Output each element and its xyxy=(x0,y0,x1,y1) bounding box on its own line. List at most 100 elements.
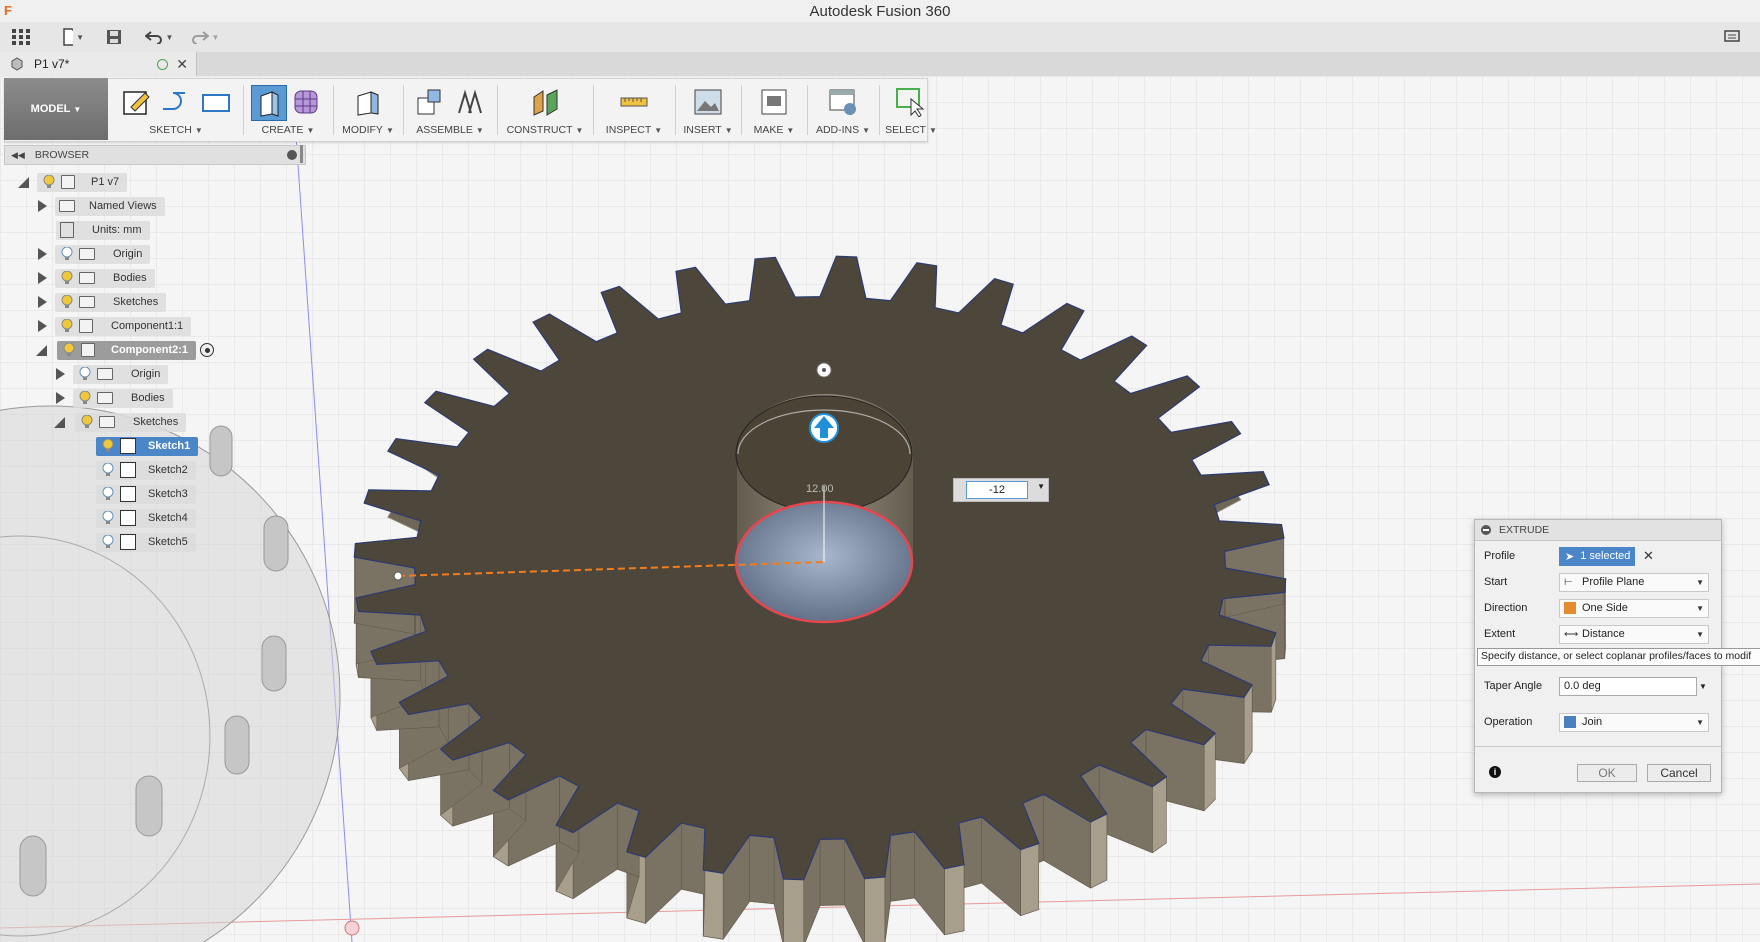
extrude-dialog-header[interactable]: EXTRUDE xyxy=(1475,520,1721,541)
active-component-radio-icon[interactable] xyxy=(200,343,214,357)
redo-icon[interactable]: ▼ xyxy=(190,26,220,48)
select-group[interactable]: SELECT ▼ xyxy=(881,79,941,141)
make-group[interactable]: MAKE ▼ xyxy=(743,79,805,141)
profile-selection-button[interactable]: ➤ 1 selected xyxy=(1559,546,1635,566)
collapse-triangle-icon[interactable] xyxy=(36,344,47,356)
tree-item-units[interactable]: Units: mm xyxy=(56,220,150,240)
visibility-bulb-icon[interactable] xyxy=(102,438,114,453)
tree-item-sketch4[interactable]: Sketch4 xyxy=(96,508,196,528)
select-icon[interactable] xyxy=(893,85,927,119)
joint-icon[interactable] xyxy=(453,85,487,119)
taper-dropdown-icon[interactable]: ▼ xyxy=(1699,682,1707,691)
visibility-bulb-icon[interactable] xyxy=(79,366,91,381)
insert-group[interactable]: INSERT ▼ xyxy=(677,79,739,141)
extrude-icon[interactable] xyxy=(251,85,287,121)
tree-item-sketches-2[interactable]: Sketches xyxy=(54,412,187,432)
chevron-down-icon[interactable]: ▼ xyxy=(1037,482,1045,491)
visibility-bulb-icon[interactable] xyxy=(102,462,114,477)
create-sketch-icon[interactable] xyxy=(119,85,153,119)
tree-item-component1[interactable]: Component1:1 xyxy=(38,316,192,336)
visibility-bulb-icon[interactable] xyxy=(63,342,75,357)
distance-input-box[interactable]: -12 ▼ xyxy=(953,478,1049,502)
new-component-icon[interactable] xyxy=(413,85,447,119)
browser-resize-handle[interactable] xyxy=(300,145,303,163)
visibility-bulb-icon[interactable] xyxy=(61,294,73,309)
tree-item-origin[interactable]: Origin xyxy=(38,244,151,264)
distance-icon: ⟷ xyxy=(1564,628,1579,640)
visibility-bulb-icon[interactable] xyxy=(43,174,55,189)
visibility-bulb-icon[interactable] xyxy=(79,390,91,405)
insert-image-icon[interactable] xyxy=(691,85,725,119)
operation-row: Operation Join ▼ xyxy=(1475,710,1721,734)
tree-item-bodies[interactable]: Bodies xyxy=(38,268,155,288)
collapse-dialog-icon[interactable] xyxy=(1481,525,1491,535)
expand-triangle-icon[interactable] xyxy=(38,200,47,212)
browser-minimize-icon[interactable] xyxy=(287,150,297,160)
start-label: Start xyxy=(1484,576,1508,588)
visibility-bulb-icon[interactable] xyxy=(61,246,73,261)
scripts-icon[interactable] xyxy=(826,85,860,119)
info-icon[interactable]: i xyxy=(1489,766,1501,778)
form-icon[interactable] xyxy=(289,85,323,119)
cancel-button[interactable]: Cancel xyxy=(1647,764,1711,782)
file-icon[interactable]: ▼ xyxy=(62,26,84,48)
3d-viewport[interactable]: 12.00 -12 ▼ xyxy=(0,76,1760,942)
workspace-switcher[interactable]: MODEL ▼ xyxy=(4,78,108,140)
offset-plane-icon[interactable] xyxy=(529,85,563,119)
add-ins-group[interactable]: ADD-INS ▼ xyxy=(809,79,877,141)
clear-selection-icon[interactable]: ✕ xyxy=(1643,548,1654,564)
visibility-bulb-icon[interactable] xyxy=(81,414,93,429)
extrude-arrow-icon[interactable] xyxy=(809,413,839,443)
collapse-triangle-icon[interactable] xyxy=(54,416,65,428)
expand-triangle-icon[interactable] xyxy=(38,320,47,332)
inspect-group[interactable]: INSPECT ▼ xyxy=(595,79,673,141)
collapse-browser-icon[interactable]: ◀◀ xyxy=(11,150,25,161)
tree-item-bodies-2[interactable]: Bodies xyxy=(56,388,173,408)
press-pull-icon[interactable] xyxy=(351,85,385,119)
canvas-scene[interactable]: 12.00 xyxy=(0,76,1760,942)
expand-triangle-icon[interactable] xyxy=(56,368,65,380)
visibility-bulb-icon[interactable] xyxy=(61,318,73,333)
tree-item-sketches[interactable]: Sketches xyxy=(38,292,167,312)
visibility-bulb-icon[interactable] xyxy=(102,486,114,501)
modify-group[interactable]: MODIFY ▼ xyxy=(335,79,401,141)
expand-triangle-icon[interactable] xyxy=(38,272,47,284)
operation-select[interactable]: Join ▼ xyxy=(1559,712,1709,732)
tree-item-named-views[interactable]: Named Views xyxy=(38,196,165,216)
undo-icon[interactable]: ▼ xyxy=(144,26,174,48)
create-group[interactable]: CREATE ▼ xyxy=(245,79,331,141)
app-grid-icon[interactable] xyxy=(10,26,32,48)
visibility-bulb-icon[interactable] xyxy=(102,510,114,525)
save-icon[interactable] xyxy=(104,26,124,48)
folder-icon xyxy=(79,248,95,260)
expand-triangle-icon[interactable] xyxy=(56,392,65,404)
rectangle-icon[interactable] xyxy=(199,85,233,119)
line-icon[interactable] xyxy=(157,85,191,119)
comment-icon[interactable] xyxy=(1722,26,1742,48)
visibility-bulb-icon[interactable] xyxy=(61,270,73,285)
expand-triangle-icon[interactable] xyxy=(38,248,47,260)
distance-input[interactable]: -12 xyxy=(966,481,1028,499)
3d-print-icon[interactable] xyxy=(757,85,791,119)
construct-group[interactable]: CONSTRUCT ▼ xyxy=(499,79,591,141)
tree-item-sketch2[interactable]: Sketch2 xyxy=(96,460,196,480)
expand-triangle-icon[interactable] xyxy=(38,296,47,308)
tree-item-component2[interactable]: Component2:1 xyxy=(36,340,214,360)
extent-select[interactable]: ⟷ Distance ▼ xyxy=(1559,624,1709,644)
taper-input[interactable]: 0.0 deg xyxy=(1559,676,1697,696)
close-tab-icon[interactable]: ✕ xyxy=(176,56,188,73)
tree-item-sketch3[interactable]: Sketch3 xyxy=(96,484,196,504)
collapse-triangle-icon[interactable] xyxy=(18,176,29,188)
assemble-group[interactable]: ASSEMBLE ▼ xyxy=(405,79,495,141)
visibility-bulb-icon[interactable] xyxy=(102,534,114,549)
ok-button[interactable]: OK xyxy=(1577,764,1637,782)
tree-item-root[interactable]: P1 v7 xyxy=(18,172,128,192)
sketch-group[interactable]: SKETCH ▼ xyxy=(109,79,243,141)
tree-item-sketch1[interactable]: Sketch1 xyxy=(96,436,199,456)
document-tab[interactable]: P1 v7* ✕ xyxy=(0,52,197,76)
measure-icon[interactable] xyxy=(617,85,651,119)
direction-select[interactable]: One Side ▼ xyxy=(1559,598,1709,618)
start-select[interactable]: ⊢ Profile Plane ▼ xyxy=(1559,572,1709,592)
tree-item-origin-2[interactable]: Origin xyxy=(56,364,169,384)
tree-item-sketch5[interactable]: Sketch5 xyxy=(96,532,196,552)
